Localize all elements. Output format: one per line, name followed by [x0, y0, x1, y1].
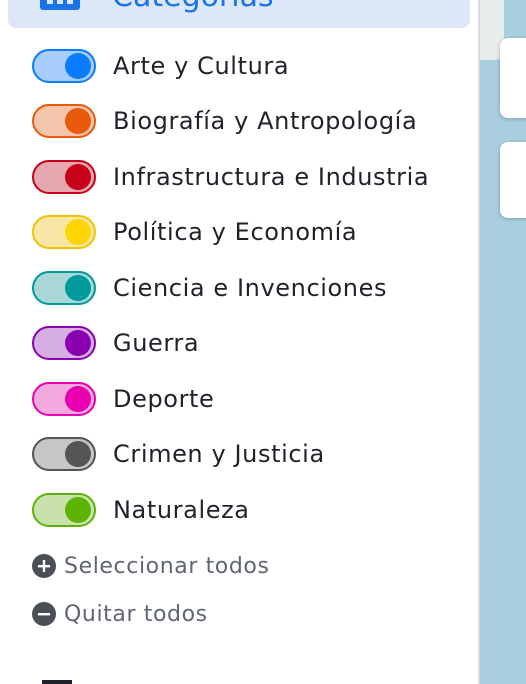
- category-toggle[interactable]: [32, 492, 96, 527]
- map-view[interactable]: [480, 0, 526, 684]
- plus-circle-icon: [32, 554, 56, 578]
- toggle-knob: [65, 441, 91, 468]
- clear-all-button[interactable]: Quitar todos: [32, 600, 208, 628]
- grid-icon: [40, 0, 80, 10]
- category-toggle[interactable]: [32, 326, 96, 361]
- next-section-header[interactable]: [0, 664, 478, 684]
- map-control-card[interactable]: [500, 142, 526, 218]
- clear-all-label: Quitar todos: [64, 601, 208, 627]
- category-item[interactable]: Crimen y Justicia: [0, 427, 478, 483]
- category-label: Biografía y Antropología: [113, 107, 418, 136]
- category-label: Arte y Cultura: [113, 51, 290, 80]
- toggle-knob: [65, 108, 91, 135]
- categories-section-header[interactable]: Categorías: [8, 0, 470, 28]
- category-label: Deporte: [113, 384, 215, 413]
- category-label: Guerra: [113, 329, 200, 358]
- category-item[interactable]: Infrastructura e Industria: [0, 149, 478, 205]
- toggle-knob: [65, 385, 91, 412]
- minus-circle-icon: [32, 602, 56, 626]
- category-toggle[interactable]: [32, 48, 96, 83]
- category-item[interactable]: Naturaleza: [0, 482, 478, 538]
- category-item[interactable]: Guerra: [0, 316, 478, 372]
- category-toggle[interactable]: [32, 270, 96, 305]
- category-label: Crimen y Justicia: [113, 440, 325, 469]
- toggle-knob: [65, 496, 91, 523]
- category-item[interactable]: Arte y Cultura: [0, 38, 478, 94]
- select-all-button[interactable]: Seleccionar todos: [32, 552, 270, 580]
- toggle-knob: [65, 274, 91, 301]
- category-toggle[interactable]: [32, 159, 96, 194]
- category-item[interactable]: Biografía y Antropología: [0, 94, 478, 150]
- category-label: Naturaleza: [113, 495, 250, 524]
- category-item[interactable]: Deporte: [0, 371, 478, 427]
- map-control-card[interactable]: [500, 38, 526, 118]
- section-title: Categorías: [112, 0, 274, 12]
- category-label: Infrastructura e Industria: [113, 162, 430, 191]
- toggle-knob: [65, 52, 91, 79]
- category-toggle[interactable]: [32, 104, 96, 139]
- toggle-knob: [65, 163, 91, 190]
- category-label: Ciencia e Invenciones: [113, 273, 388, 302]
- category-item[interactable]: Ciencia e Invenciones: [0, 260, 478, 316]
- category-list: Arte y Cultura Biografía y Antropología In…: [0, 38, 478, 538]
- toggle-knob: [65, 330, 91, 357]
- category-toggle[interactable]: [32, 381, 96, 416]
- category-toggle[interactable]: [32, 215, 96, 250]
- category-toggle[interactable]: [32, 437, 96, 472]
- select-all-label: Seleccionar todos: [64, 553, 270, 579]
- sidebar-panel: Categorías Arte y Cultura Biografía y Ant…: [0, 0, 478, 684]
- toggle-knob: [65, 219, 91, 246]
- layers-icon: [42, 680, 72, 684]
- category-label: Política y Economía: [113, 218, 358, 247]
- category-item[interactable]: Política y Economía: [0, 205, 478, 261]
